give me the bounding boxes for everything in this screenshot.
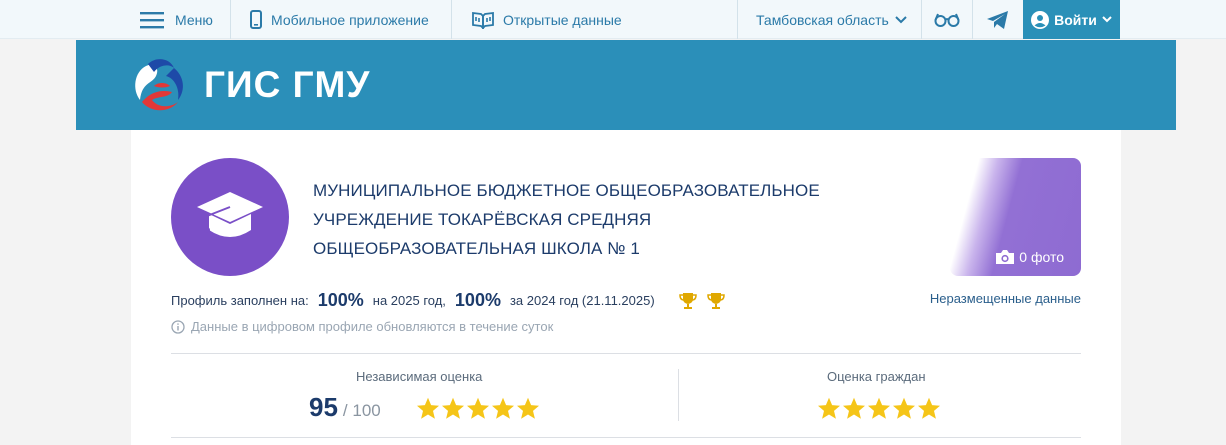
unplaced-data-link[interactable]: Неразмещенные данные [930, 291, 1081, 306]
photo-gallery-button[interactable]: 0 фото [950, 158, 1081, 276]
independent-rating-stars [416, 397, 540, 420]
divider [451, 0, 452, 39]
star-icon [492, 397, 514, 419]
star-icon [442, 397, 464, 419]
chevron-down-icon [895, 15, 907, 23]
menu-label: Меню [175, 11, 213, 28]
star-icon [417, 397, 439, 419]
open-data-link[interactable]: Открытые данные [472, 0, 622, 39]
profile-year-2025: на 2025 год, [372, 293, 446, 308]
mobile-app-label: Мобильное приложение [271, 11, 429, 28]
smartphone-icon [250, 10, 262, 29]
star-icon [818, 397, 840, 419]
menu-button[interactable]: Меню [140, 0, 213, 39]
login-label: Войти [1054, 11, 1097, 28]
independent-score: 95 / 100 [309, 392, 381, 423]
top-navigation-bar: Меню Мобильное приложение Открытые данны… [0, 0, 1226, 39]
open-data-label: Открытые данные [503, 11, 622, 28]
gis-gmu-logo-icon[interactable] [130, 56, 188, 114]
divider [737, 0, 738, 39]
organization-title: МУНИЦИПАЛЬНОЕ БЮДЖЕТНОЕ ОБЩЕОБРАЗОВАТЕЛЬ… [313, 181, 820, 258]
profile-pct-2025: 100% [317, 290, 364, 310]
star-icon [868, 397, 890, 419]
star-icon [843, 397, 865, 419]
divider [171, 353, 1081, 354]
star-icon [517, 397, 539, 419]
graduation-cap-icon [197, 192, 263, 237]
camera-icon [996, 250, 1015, 264]
mobile-app-link[interactable]: Мобильное приложение [250, 0, 429, 39]
independent-score-value: 95 [309, 392, 338, 422]
citizen-rating-stars [817, 397, 941, 420]
user-circle-icon [1031, 10, 1050, 29]
divider [972, 0, 973, 39]
telegram-button[interactable] [986, 0, 1010, 39]
organization-card: МУНИЦИПАЛЬНОЕ БЮДЖЕТНОЕ ОБЩЕОБРАЗОВАТЕЛЬ… [131, 130, 1121, 445]
divider [230, 0, 231, 39]
independent-rating-label: Независимая оценка [356, 369, 483, 384]
open-book-icon [472, 11, 494, 29]
citizen-rating-label: Оценка граждан [827, 369, 926, 384]
organization-avatar [171, 158, 289, 276]
profile-filled-label: Профиль заполнен на: [171, 293, 309, 308]
trophy-icon[interactable] [678, 292, 697, 310]
divider [678, 369, 679, 421]
trophy-icon[interactable] [706, 292, 725, 310]
header-banner: ГИС ГМУ [76, 40, 1176, 130]
glasses-icon [934, 13, 960, 27]
region-label: Тамбовская область [756, 11, 889, 28]
star-icon [918, 397, 940, 419]
star-icon [893, 397, 915, 419]
region-selector[interactable]: Тамбовская область [756, 0, 907, 39]
photo-count: 0 фото [995, 249, 1064, 265]
profile-pct-2024: 100% [454, 290, 501, 310]
accessibility-button[interactable] [934, 0, 960, 39]
star-icon [467, 397, 489, 419]
info-icon [171, 319, 185, 334]
chevron-down-icon [1102, 16, 1112, 23]
hamburger-icon [140, 11, 164, 28]
divider [171, 437, 1081, 438]
profile-completion: Профиль заполнен на: 100% на 2025 год, 1… [171, 290, 725, 311]
update-notice-text: Данные в цифровом профиле обновляются в … [191, 319, 554, 334]
update-notice: Данные в цифровом профиле обновляются в … [171, 319, 553, 334]
divider [921, 0, 922, 39]
independent-score-max: / 100 [342, 401, 381, 420]
login-button[interactable]: Войти [1023, 0, 1120, 39]
profile-year-2024: за 2024 год (21.11.2025) [509, 293, 655, 308]
brand-title[interactable]: ГИС ГМУ [204, 64, 370, 106]
telegram-icon [987, 10, 1008, 29]
photo-count-label: 0 фото [1019, 249, 1064, 265]
